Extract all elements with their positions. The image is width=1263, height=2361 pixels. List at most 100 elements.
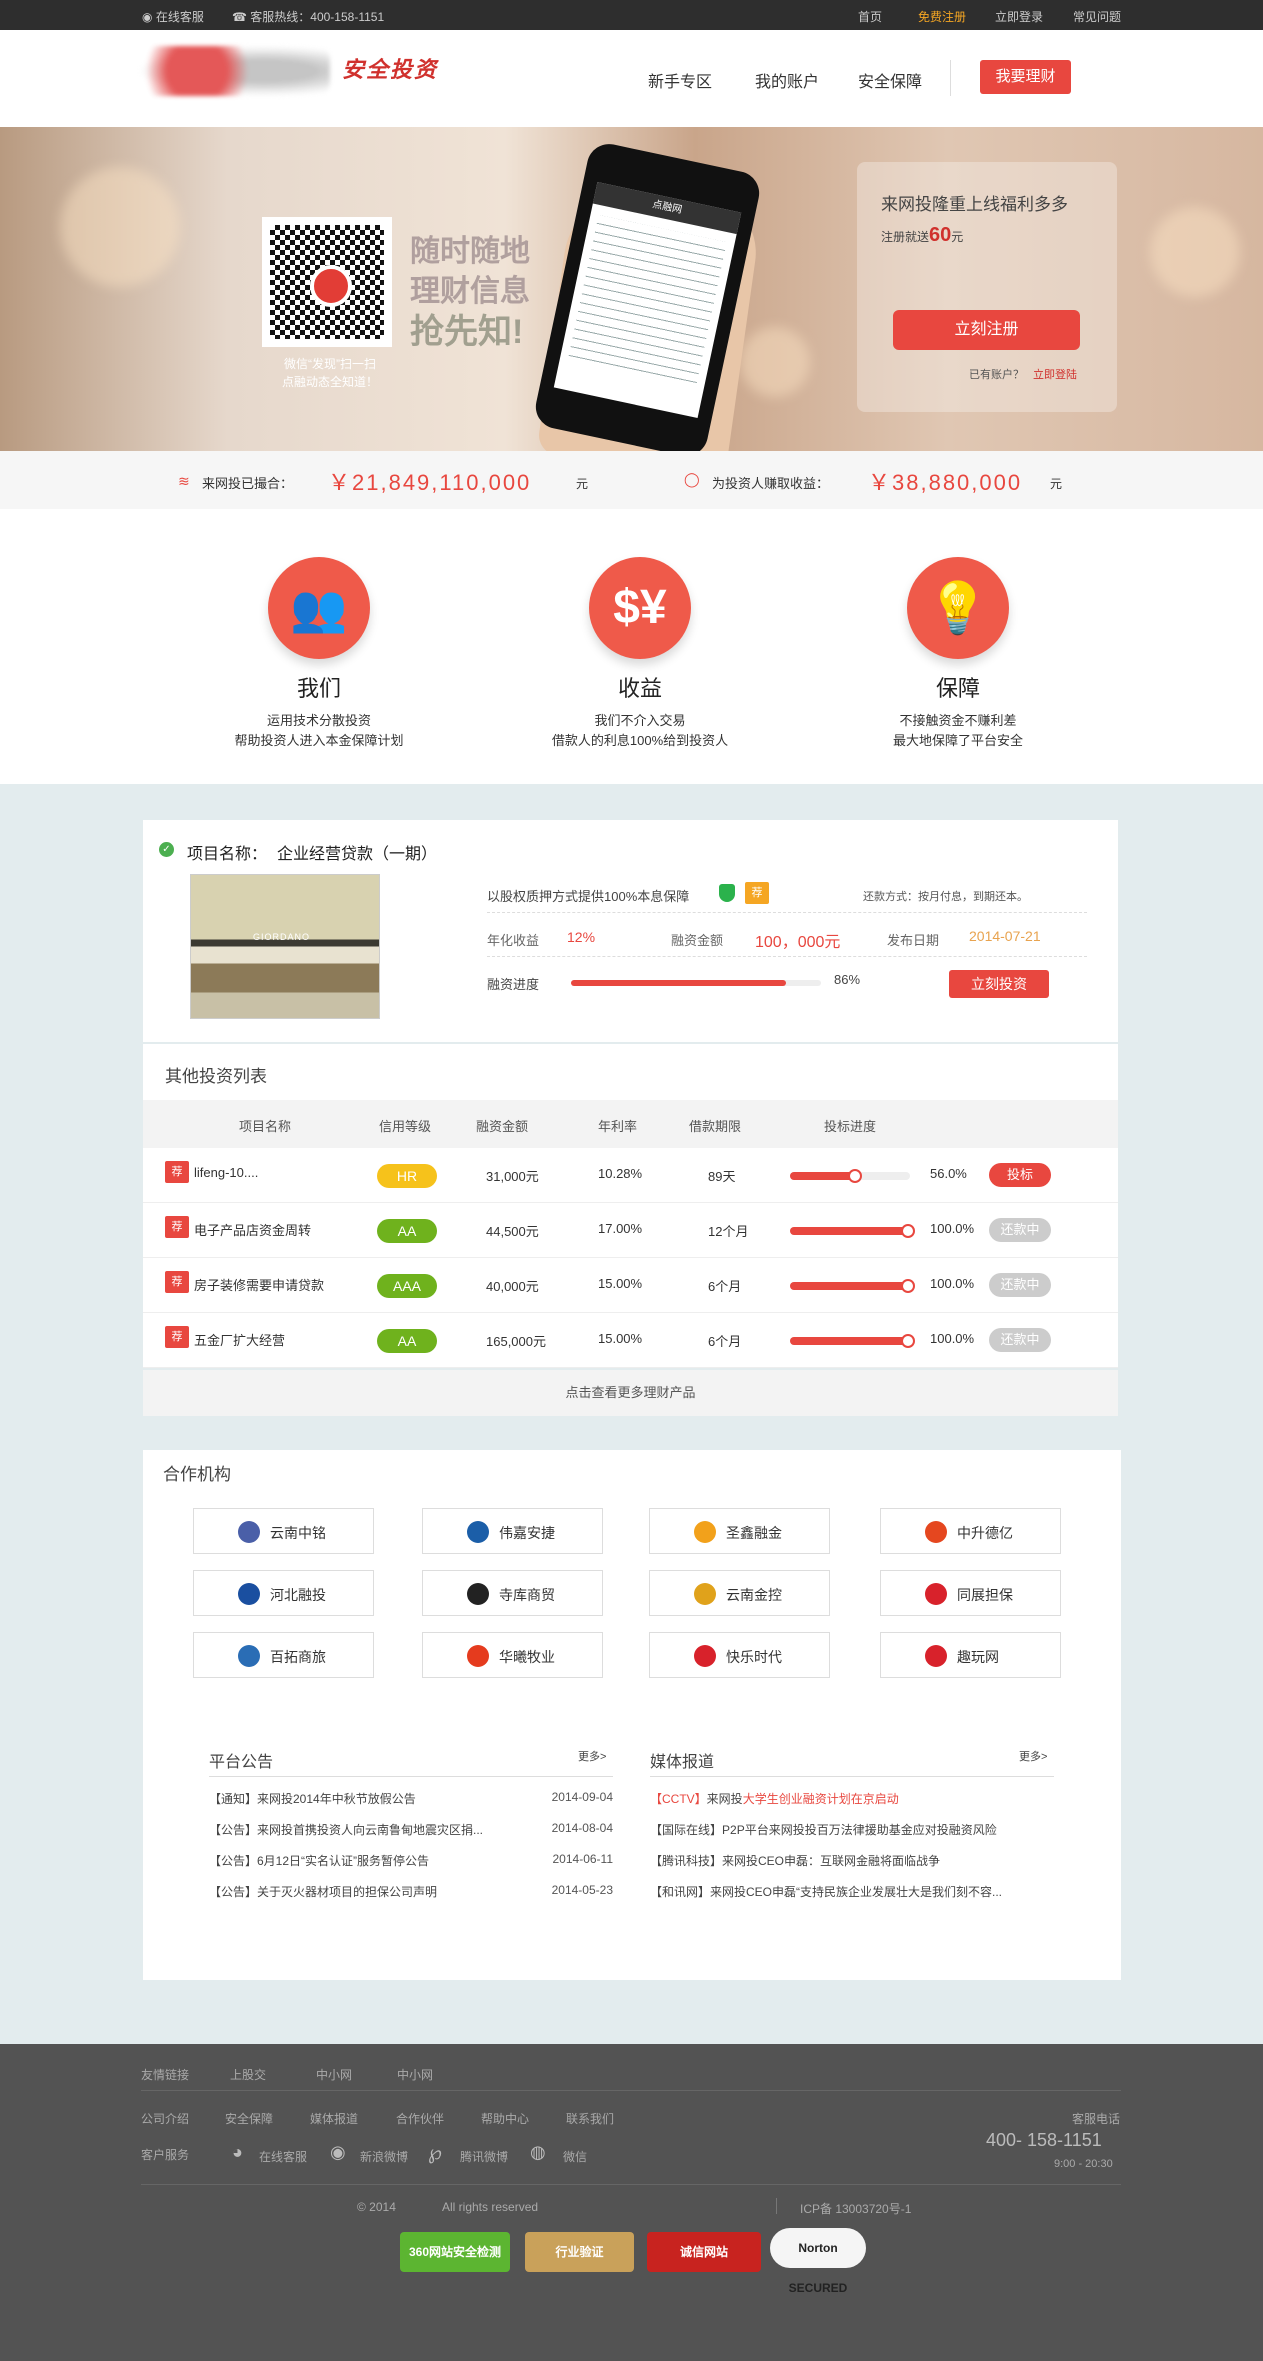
media-more-link[interactable]: 更多> — [1019, 1748, 1047, 1764]
notice-text[interactable]: 【公告】6月12日“实名认证”服务暂停公告 — [209, 1854, 429, 1868]
notice-item[interactable]: 【公告】关于灭火器材项目的担保公司声明 2014-05-23 — [209, 1883, 613, 1900]
partner-logo[interactable]: 趣玩网 — [880, 1632, 1061, 1678]
badge-norton[interactable]: Norton SECURED — [770, 2228, 866, 2295]
row-name[interactable]: lifeng-10.... — [194, 1165, 258, 1180]
more-products-link[interactable]: 点击查看更多理财产品 — [143, 1370, 1118, 1416]
row-name[interactable]: 电子产品店资金周转 — [194, 1220, 311, 1239]
hero-banner: 微信“发现”扫一扫 点融动态全知道！ 随时随地 理财信息 抢先知! 点融网 来网… — [0, 127, 1263, 451]
footer-online-service[interactable]: 在线客服 — [259, 2148, 307, 2165]
repaying-status: 还款中 — [989, 1328, 1051, 1352]
register-button[interactable]: 立刻注册 — [893, 310, 1080, 350]
row-progress-fill — [790, 1282, 910, 1290]
partner-icon — [694, 1583, 716, 1605]
layers-icon: ≋ — [178, 473, 190, 489]
table-row[interactable]: 荐 lifeng-10.... HR 31,000元 10.28% 89天 56.0% 投标 — [143, 1148, 1118, 1203]
media-highlight[interactable]: 大学生创业融资计划在京启动 — [743, 1792, 899, 1806]
icp-number: ICP备 13003720号-1 — [800, 2202, 912, 2216]
free-register-link[interactable]: 免费注册 — [918, 8, 966, 25]
friend-link-1[interactable]: 上股交 — [230, 2066, 266, 2083]
row-term: 6个月 — [708, 1334, 742, 1349]
hotline: ☎ 客服热线：400-158-1151 — [232, 10, 385, 24]
partner-logo[interactable]: 华曦牧业 — [422, 1632, 603, 1678]
partner-name: 寺库商贸 — [499, 1587, 555, 1603]
friend-link-2[interactable]: 中小网 — [316, 2066, 352, 2083]
badge-industry-verify[interactable]: 行业验证 — [525, 2232, 634, 2272]
media-text[interactable]: 来网投CEO申磊“支持民族企业发展壮大是我们刻不容... — [710, 1885, 1002, 1899]
project-name[interactable]: 企业经营贷款（一期） — [277, 840, 437, 864]
online-service-link[interactable]: ◉ 在线客服 — [142, 8, 204, 25]
invest-now-button[interactable]: 我要理财 — [980, 60, 1071, 94]
partner-logo[interactable]: 云南金控 — [649, 1570, 830, 1616]
media-item[interactable]: 【国际在线】P2P平台来网投投百万法律援助基金应对投融资风险 — [650, 1821, 1054, 1838]
panel-login-link[interactable]: 立即登陆 — [1033, 366, 1077, 382]
partner-name: 伟嘉安捷 — [499, 1525, 555, 1541]
media-item[interactable]: 【腾讯科技】来网投CEO申磊：互联网金融将面临战争 — [650, 1852, 1054, 1869]
media-text[interactable]: 来网投 — [707, 1792, 743, 1806]
partner-logo[interactable]: 河北融投 — [193, 1570, 374, 1616]
table-row[interactable]: 荐房子装修需要申请贷款 AAA 40,000元 15.00% 6个月 100.0% 还款中 — [143, 1258, 1118, 1313]
footer-tencent-weibo[interactable]: 腾讯微博 — [460, 2148, 508, 2165]
footer-link-security[interactable]: 安全保障 — [225, 2110, 273, 2127]
partner-logo[interactable]: 百拓商旅 — [193, 1632, 374, 1678]
partner-name: 云南中铭 — [270, 1525, 326, 1541]
partner-logo[interactable]: 圣鑫融金 — [649, 1508, 830, 1554]
wechat-qr-code — [262, 217, 392, 347]
friend-link-3[interactable]: 中小网 — [397, 2066, 433, 2083]
partner-logo[interactable]: 中升德亿 — [880, 1508, 1061, 1554]
notice-text[interactable]: 【公告】来网投首携投资人向云南鲁甸地震灾区捐... — [209, 1823, 483, 1837]
site-logo[interactable] — [140, 46, 330, 96]
panel-bonus: 注册就送60元 — [881, 224, 964, 246]
badge-trust-site[interactable]: 诚信网站 — [647, 2232, 761, 2272]
invest-project-button[interactable]: 立刻投资 — [949, 970, 1049, 998]
notice-item[interactable]: 【通知】来网投2014年中秋节放假公告 2014-09-04 — [209, 1790, 613, 1807]
row-progress-text: 100.0% — [930, 1221, 975, 1236]
bid-button[interactable]: 投标 — [989, 1163, 1051, 1187]
footer-wechat[interactable]: 微信 — [563, 2148, 587, 2165]
faq-link[interactable]: 常见问题 — [1073, 8, 1121, 25]
home-link[interactable]: 首页 — [858, 8, 882, 25]
notices-more-link[interactable]: 更多> — [578, 1748, 606, 1764]
partner-logo[interactable]: 云南中铭 — [193, 1508, 374, 1554]
media-item[interactable]: 【和讯网】来网投CEO申磊“支持民族企业发展壮大是我们刻不容... — [650, 1883, 1054, 1900]
nav-newbie[interactable]: 新手专区 — [648, 68, 712, 92]
row-progress-track — [790, 1279, 915, 1293]
footer-link-contact[interactable]: 联系我们 — [566, 2110, 614, 2127]
notice-item[interactable]: 【公告】6月12日“实名认证”服务暂停公告 2014-06-11 — [209, 1852, 613, 1869]
date-value: 2014-07-21 — [969, 928, 1041, 944]
rate-value: 12% — [567, 929, 596, 945]
partner-logo[interactable]: 快乐时代 — [649, 1632, 830, 1678]
media-text[interactable]: P2P平台来网投投百万法律援助基金应对投融资风险 — [722, 1823, 997, 1837]
nav-security[interactable]: 安全保障 — [858, 68, 922, 92]
nav-my-account[interactable]: 我的账户 — [755, 68, 819, 92]
project-image[interactable]: GIORDANO — [190, 874, 380, 1019]
footer: 友情链接 上股交 中小网 中小网 公司介绍 安全保障 媒体报道 合作伙伴 帮助中… — [0, 2044, 1263, 2361]
notice-item[interactable]: 【公告】来网投首携投资人向云南鲁甸地震灾区捐... 2014-08-04 — [209, 1821, 613, 1838]
row-rate: 17.00% — [598, 1221, 643, 1236]
partner-logo[interactable]: 同展担保 — [880, 1570, 1061, 1616]
notice-date: 2014-09-04 — [551, 1790, 613, 1804]
row-progress-text: 100.0% — [930, 1331, 975, 1346]
media-text[interactable]: 来网投CEO申磊：互联网金融将面临战争 — [722, 1854, 940, 1868]
notice-text[interactable]: 【通知】来网投2014年中秋节放假公告 — [209, 1792, 416, 1806]
table-row[interactable]: 荐五金厂扩大经营 AA 165,000元 15.00% 6个月 100.0% 还款中 — [143, 1313, 1118, 1368]
footer-phone: 400- 158-1151 — [986, 2130, 1102, 2150]
row-name[interactable]: 五金厂扩大经营 — [194, 1330, 285, 1349]
partner-name: 云南金控 — [726, 1587, 782, 1603]
media-item[interactable]: 【CCTV】来网投大学生创业融资计划在京启动 — [650, 1790, 1054, 1807]
progress-label: 融资进度 — [487, 977, 540, 992]
login-link[interactable]: 立即登录 — [995, 8, 1043, 25]
footer-link-about[interactable]: 公司介绍 — [141, 2110, 189, 2127]
footer-link-help[interactable]: 帮助中心 — [481, 2110, 529, 2127]
footer-link-media[interactable]: 媒体报道 — [310, 2110, 358, 2127]
row-rate: 10.28% — [598, 1166, 643, 1181]
row-name[interactable]: 房子装修需要申请贷款 — [194, 1275, 324, 1294]
partner-logo[interactable]: 寺库商贸 — [422, 1570, 603, 1616]
badge-360[interactable]: 360网站安全检测 — [400, 2232, 510, 2272]
table-row[interactable]: 荐电子产品店资金周转 AA 44,500元 17.00% 12个月 100.0% 还款中 — [143, 1203, 1118, 1258]
footer-link-partners[interactable]: 合作伙伴 — [396, 2110, 444, 2127]
date-label: 发布日期 — [887, 933, 940, 948]
footer-sina-weibo[interactable]: 新浪微博 — [360, 2148, 408, 2165]
notice-text[interactable]: 【公告】关于灭火器材项目的担保公司声明 — [209, 1885, 437, 1899]
nav-divider — [950, 60, 951, 96]
partner-logo[interactable]: 伟嘉安捷 — [422, 1508, 603, 1554]
